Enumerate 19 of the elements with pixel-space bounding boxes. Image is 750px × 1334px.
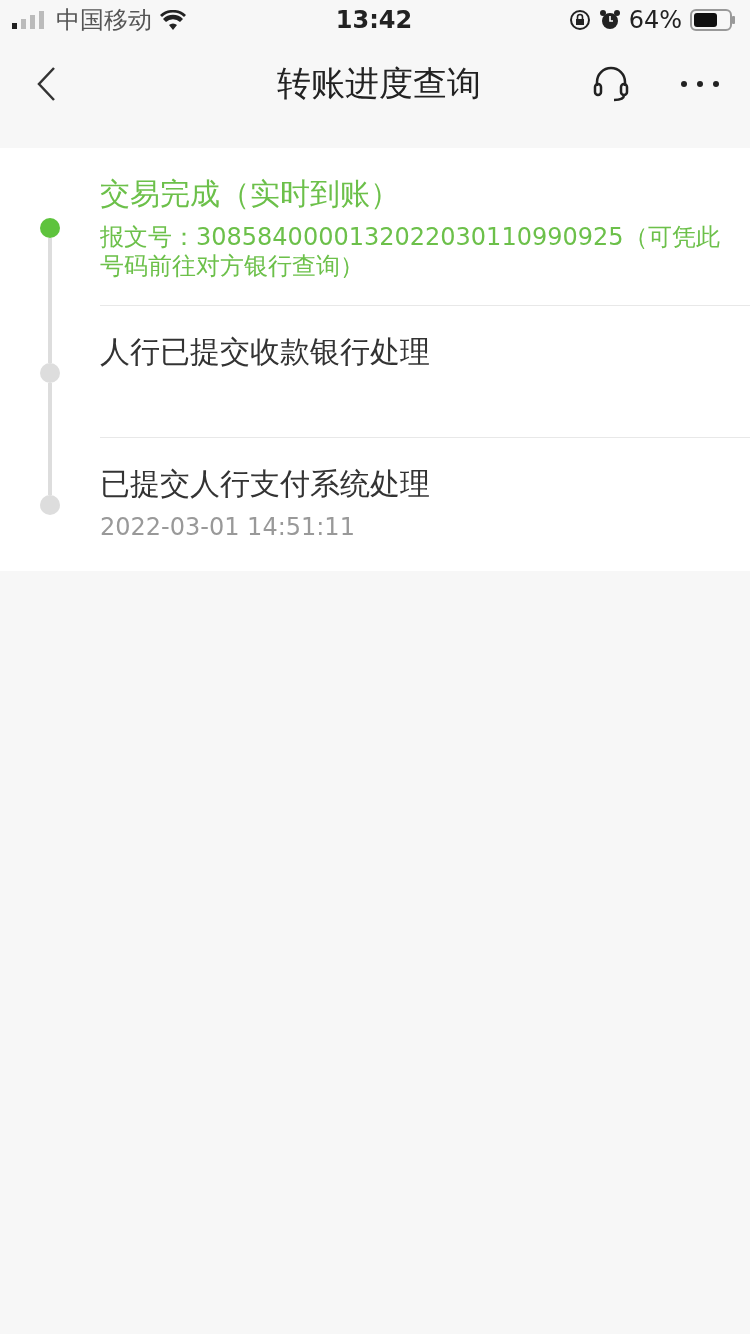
back-icon: [36, 66, 56, 102]
more-icon: [680, 80, 720, 88]
headset-icon: [592, 66, 630, 102]
more-button[interactable]: [680, 80, 720, 88]
step-title: 已提交人行支付系统处理: [100, 465, 431, 503]
battery-icon: [690, 9, 736, 31]
alarm-icon: [598, 9, 621, 31]
rotation-lock-icon: [568, 9, 591, 31]
page-title: 转账进度查询: [276, 62, 482, 105]
step-detail: 2022-03-01 14:51:11: [100, 513, 356, 542]
customer-service-button[interactable]: [592, 66, 630, 102]
step-detail: 报文号：3085840000132022030110990925（可凭此号码前往对方银行查询）: [100, 223, 721, 281]
battery-percent: 64%: [628, 6, 682, 34]
carrier-name: 中国移动: [56, 5, 152, 36]
step-title: 交易完成（实时到账）: [100, 175, 401, 213]
step-title: 人行已提交收款银行处理: [100, 333, 431, 371]
wifi-icon: [160, 10, 186, 30]
back-button[interactable]: [36, 66, 56, 102]
clock-time: 13:42: [335, 6, 413, 34]
